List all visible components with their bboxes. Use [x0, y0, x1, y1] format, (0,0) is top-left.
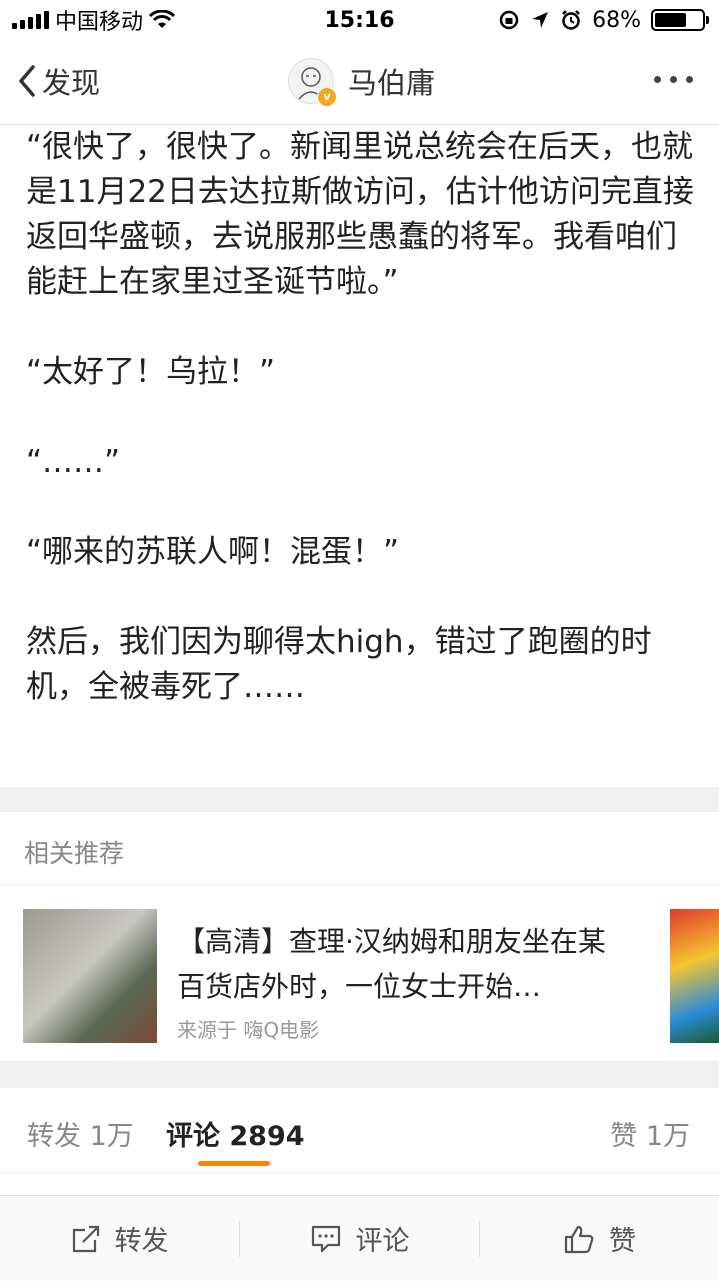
- wifi-icon: [149, 10, 176, 28]
- back-label: 发现: [42, 66, 101, 100]
- related-section-header: 相关推荐: [0, 812, 719, 885]
- section-divider: [0, 787, 719, 812]
- interaction-tabs: 转发 1万 评论 2894 赞 1万: [0, 1088, 719, 1173]
- related-section-title: 相关推荐: [24, 839, 125, 868]
- article-paragraph: “很快了，很快了。新闻里说总统会在后天，也就是11月22日去达拉斯做访问，估计他…: [26, 129, 694, 300]
- repost-label: 转发: [114, 1226, 169, 1257]
- like-button[interactable]: 赞: [480, 1219, 719, 1258]
- thumbs-up-icon: [564, 1225, 594, 1253]
- related-video-title[interactable]: 【高清】查理·汉纳姆和朋友坐在某百货店外时，一位女士开始…: [177, 919, 627, 1009]
- comment-icon: [311, 1225, 340, 1252]
- tab-likes[interactable]: 赞 1万: [610, 1114, 690, 1153]
- status-left: 中国移动: [0, 4, 176, 36]
- battery-percent: 68%: [592, 7, 641, 33]
- chevron-left-icon: [19, 65, 35, 97]
- status-right: 68%: [498, 8, 719, 33]
- comment-label: 评论: [355, 1226, 410, 1257]
- rotation-lock-icon: [499, 10, 519, 30]
- related-video-card[interactable]: 【高清】查理·汉纳姆和朋友坐在某百货店外时，一位女士开始… 来源于 嗨Q电影: [0, 885, 719, 1062]
- carrier-name: 中国移动: [55, 10, 144, 35]
- article-paragraph: “太好了！乌拉！”: [26, 354, 276, 390]
- dot-icon: [654, 76, 661, 83]
- back-button[interactable]: 发现: [18, 60, 100, 102]
- next-video-thumbnail[interactable]: [670, 909, 719, 1043]
- status-bar: 中国移动 15:16 68%: [0, 0, 719, 40]
- video-thumbnail[interactable]: [23, 909, 157, 1043]
- dot-icon: [670, 76, 677, 83]
- tab-comments[interactable]: 评论 2894: [166, 1114, 305, 1153]
- related-video-source: 来源于 嗨Q电影: [177, 1018, 320, 1042]
- cellular-signal-icon: [12, 11, 49, 29]
- article-paragraph: “哪来的苏联人啊！混蛋！”: [26, 534, 400, 570]
- article-paragraph: “……”: [26, 444, 121, 480]
- author-name[interactable]: 马伯庸: [348, 60, 435, 102]
- battery-icon: [651, 9, 709, 31]
- alarm-icon: [562, 10, 580, 30]
- navigation-bar: 发现 v 马伯庸: [0, 40, 719, 125]
- section-divider: [0, 1062, 719, 1088]
- article-body: “很快了，很快了。新闻里说总统会在后天，也就是11月22日去达拉斯做访问，估计他…: [26, 125, 696, 710]
- active-tab-indicator: [198, 1161, 270, 1166]
- author-header[interactable]: v 马伯庸: [288, 58, 435, 107]
- comment-button[interactable]: 评论: [240, 1219, 479, 1258]
- like-label: 赞: [609, 1226, 636, 1257]
- tab-reposts[interactable]: 转发 1万: [27, 1114, 134, 1153]
- repost-button[interactable]: 转发: [0, 1219, 239, 1258]
- repost-icon: [72, 1225, 99, 1252]
- bottom-action-bar: 转发 评论 赞: [0, 1195, 719, 1281]
- battery-fill: [655, 13, 687, 27]
- content-spacer: [0, 1173, 719, 1195]
- location-arrow-icon: [532, 12, 549, 28]
- dot-icon: [686, 76, 693, 83]
- avatar[interactable]: v: [288, 58, 337, 107]
- more-options-button[interactable]: [654, 76, 693, 83]
- verified-badge: v: [317, 87, 337, 107]
- article-paragraph: 然后，我们因为聊得太high，错过了跑圈的时机，全被毒死了……: [26, 624, 652, 705]
